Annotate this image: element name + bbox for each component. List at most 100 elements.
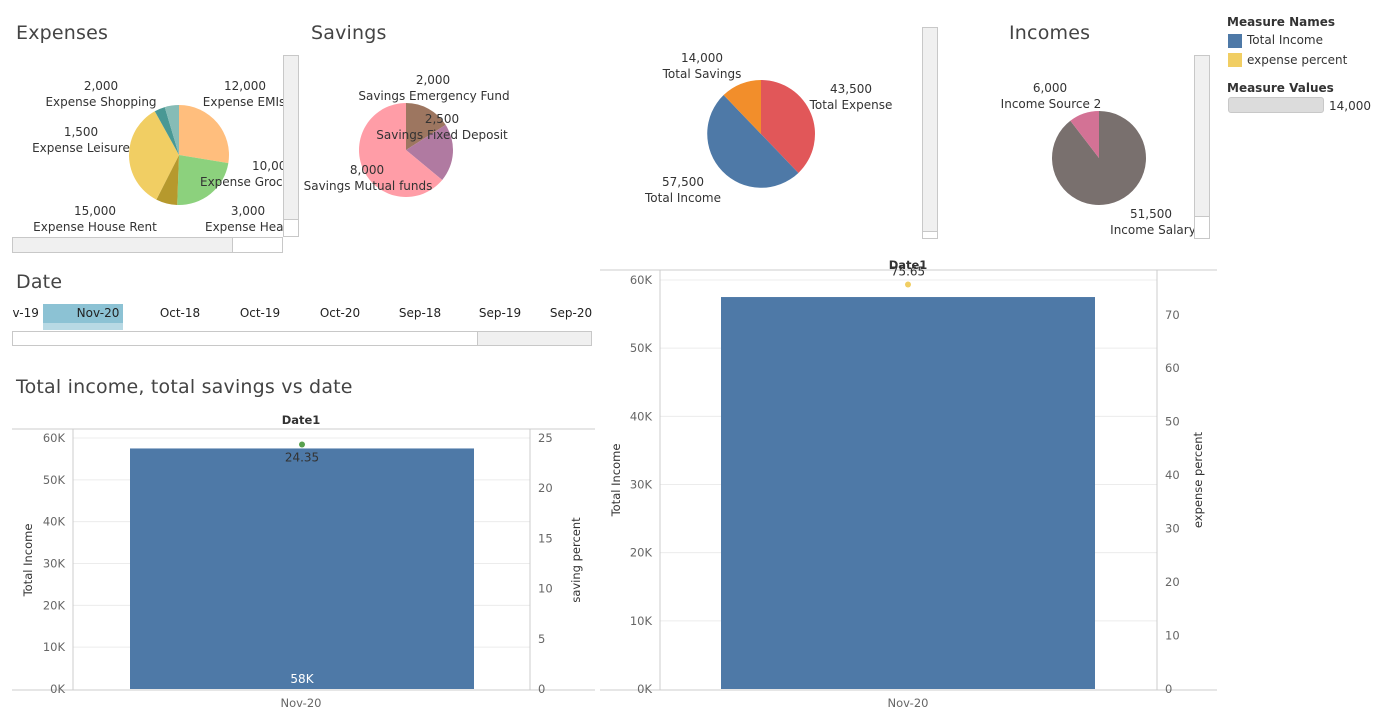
expenses-vertical-scrollbar[interactable] bbox=[283, 55, 299, 237]
summary-pie-chart: 43,500 Total Expense 57,500 Total Income… bbox=[644, 51, 892, 205]
summary-vertical-scrollbar[interactable] bbox=[922, 27, 938, 239]
date-filter-scrollbar[interactable] bbox=[12, 331, 592, 346]
y2-tick-label: 50 bbox=[1165, 415, 1180, 429]
y2-axis-title: expense percent bbox=[1191, 431, 1205, 528]
y2-tick-label: 5 bbox=[538, 632, 545, 646]
total-savings-value: 14,000 bbox=[681, 51, 723, 65]
expense-emis-value: 12,000 bbox=[224, 79, 266, 93]
date-item[interactable]: Oct-18 bbox=[145, 306, 215, 320]
expense-shopping-label: Expense Shopping bbox=[45, 95, 156, 109]
saving-percent-data-label: 24.35 bbox=[285, 451, 319, 465]
date-filter-title: Date bbox=[16, 271, 63, 293]
date-item[interactable]: Sep-18 bbox=[385, 306, 455, 320]
income-salary-value: 51,500 bbox=[1130, 207, 1172, 221]
total-income-bar[interactable] bbox=[721, 297, 1095, 689]
expense-leisure-label: Expense Leisure bbox=[32, 141, 130, 155]
expense-house-rent-label: Expense House Rent bbox=[33, 220, 157, 234]
expenses-vertical-scroll-thumb[interactable] bbox=[283, 219, 299, 237]
total-income-label: Total Income bbox=[644, 191, 721, 205]
expense-percent-point[interactable] bbox=[905, 281, 911, 288]
legend-measure-names-title: Measure Names bbox=[1227, 15, 1336, 29]
summary-vertical-scroll-thumb[interactable] bbox=[922, 231, 938, 239]
savings-fixed-label: Savings Fixed Deposit bbox=[376, 128, 508, 142]
x-category-label: Nov-20 bbox=[888, 696, 929, 710]
saving-percent-point[interactable] bbox=[299, 441, 305, 448]
y-axis-title: Total Income bbox=[21, 524, 35, 598]
expense-health-value: 3,000 bbox=[231, 204, 265, 218]
date-item-selected[interactable]: Nov-20 bbox=[63, 306, 133, 320]
income-savings-chart-title: Total income, total savings vs date bbox=[16, 376, 353, 398]
expenses-horizontal-scrollbar[interactable] bbox=[12, 237, 283, 253]
total-expense-value: 43,500 bbox=[830, 82, 872, 96]
right-axis-ticks: 0 5 10 15 20 25 bbox=[538, 431, 553, 696]
y2-tick-label: 20 bbox=[1165, 575, 1180, 589]
measure-values-slider[interactable] bbox=[1228, 97, 1324, 113]
expense-emis-label: Expense EMIs bbox=[203, 95, 285, 109]
y2-tick-label: 20 bbox=[538, 481, 553, 495]
incomes-vertical-scroll-thumb[interactable] bbox=[1194, 216, 1210, 239]
legend-total-income-label[interactable]: Total Income bbox=[1247, 33, 1323, 47]
income-source2-value: 6,000 bbox=[1033, 81, 1067, 95]
expenses-title: Expenses bbox=[16, 22, 109, 44]
y2-tick-label: 25 bbox=[538, 431, 553, 445]
y-tick-label: 10K bbox=[43, 640, 66, 654]
income-savings-chart: Date1 0K 10K 20K 30K 40K 50K 60K 0 5 10 15 20 25 24… bbox=[12, 413, 595, 710]
savings-mutual-label: Savings Mutual funds bbox=[304, 179, 433, 193]
expense-health-label: Expense Healt bbox=[205, 220, 292, 234]
expense-house-rent-value: 15,000 bbox=[74, 204, 116, 218]
y-tick-label: 30K bbox=[630, 478, 653, 492]
y-tick-label: 60K bbox=[630, 273, 653, 287]
savings-emergency-value: 2,000 bbox=[416, 73, 450, 87]
total-income-data-label: 58K bbox=[290, 672, 314, 686]
y2-tick-label: 60 bbox=[1165, 361, 1180, 375]
y-tick-label: 20K bbox=[43, 598, 66, 612]
date-filter-strip: ov-19 Nov-20 Oct-18 Oct-19 Oct-20 Sep-18… bbox=[12, 300, 592, 330]
savings-pie-chart: 2,000 Savings Emergency Fund 2,500 Savin… bbox=[304, 73, 510, 197]
income-expense-chart: Date1 0K10K20K30K40K50K60K 0102030405060… bbox=[600, 258, 1217, 710]
y2-tick-label: 10 bbox=[1165, 629, 1180, 643]
y-axis-title: Total Income bbox=[609, 444, 623, 518]
expenses-horizontal-scroll-thumb[interactable] bbox=[232, 237, 283, 253]
date-item[interactable]: Oct-19 bbox=[225, 306, 295, 320]
y-tick-label: 0K bbox=[50, 682, 65, 696]
pie-slice-expense-emis[interactable] bbox=[179, 105, 229, 164]
expense-grocery-value: 10,00 bbox=[252, 159, 286, 173]
column-header-date1: Date1 bbox=[282, 413, 321, 427]
income-source2-label: Income Source 2 bbox=[1001, 97, 1102, 111]
summary-pie[interactable] bbox=[707, 80, 815, 188]
expenses-pie[interactable] bbox=[128, 105, 229, 206]
y-tick-label: 50K bbox=[630, 341, 653, 355]
income-salary-label: Income Salary bbox=[1110, 223, 1196, 237]
incomes-title: Incomes bbox=[1009, 22, 1091, 44]
savings-mutual-value: 8,000 bbox=[350, 163, 384, 177]
y-tick-label: 50K bbox=[43, 473, 66, 487]
legend-expense-percent-label[interactable]: expense percent bbox=[1247, 53, 1347, 67]
y2-tick-label: 70 bbox=[1165, 308, 1180, 322]
left-axis-ticks: 0K 10K 20K 30K 40K 50K 60K bbox=[630, 273, 653, 696]
expense-leisure-value: 1,500 bbox=[64, 125, 98, 139]
date-item[interactable]: Sep-19 bbox=[465, 306, 535, 320]
date-item[interactable]: ov-19 bbox=[12, 306, 57, 320]
y2-tick-label: 0 bbox=[538, 682, 545, 696]
y2-tick-label: 40 bbox=[1165, 468, 1180, 482]
total-income-value: 57,500 bbox=[662, 175, 704, 189]
legend-measure-values-title: Measure Values bbox=[1227, 81, 1334, 95]
incomes-vertical-scrollbar[interactable] bbox=[1194, 55, 1210, 239]
savings-fixed-value: 2,500 bbox=[425, 112, 459, 126]
expenses-pie-chart: 12,000 Expense EMIs 10,00 Expense Groce … bbox=[32, 79, 292, 234]
savings-emergency-label: Savings Emergency Fund bbox=[358, 89, 509, 103]
total-income-bar[interactable] bbox=[130, 448, 474, 689]
date-filter-scroll-thumb[interactable] bbox=[12, 331, 478, 346]
y2-tick-label: 30 bbox=[1165, 522, 1180, 536]
left-axis-ticks: 0K 10K 20K 30K 40K 50K 60K bbox=[43, 431, 66, 696]
incomes-pie[interactable] bbox=[1051, 111, 1146, 205]
legend-expense-percent-swatch[interactable] bbox=[1228, 53, 1242, 67]
legend-total-income-swatch[interactable] bbox=[1228, 34, 1242, 48]
savings-title: Savings bbox=[311, 22, 387, 44]
expense-grocery-label: Expense Groce bbox=[200, 175, 290, 189]
date-item[interactable]: Oct-20 bbox=[305, 306, 375, 320]
y-tick-label: 20K bbox=[630, 546, 653, 560]
y-tick-label: 10K bbox=[630, 614, 653, 628]
expense-shopping-value: 2,000 bbox=[84, 79, 118, 93]
date-item[interactable]: Sep-20 bbox=[536, 306, 592, 320]
